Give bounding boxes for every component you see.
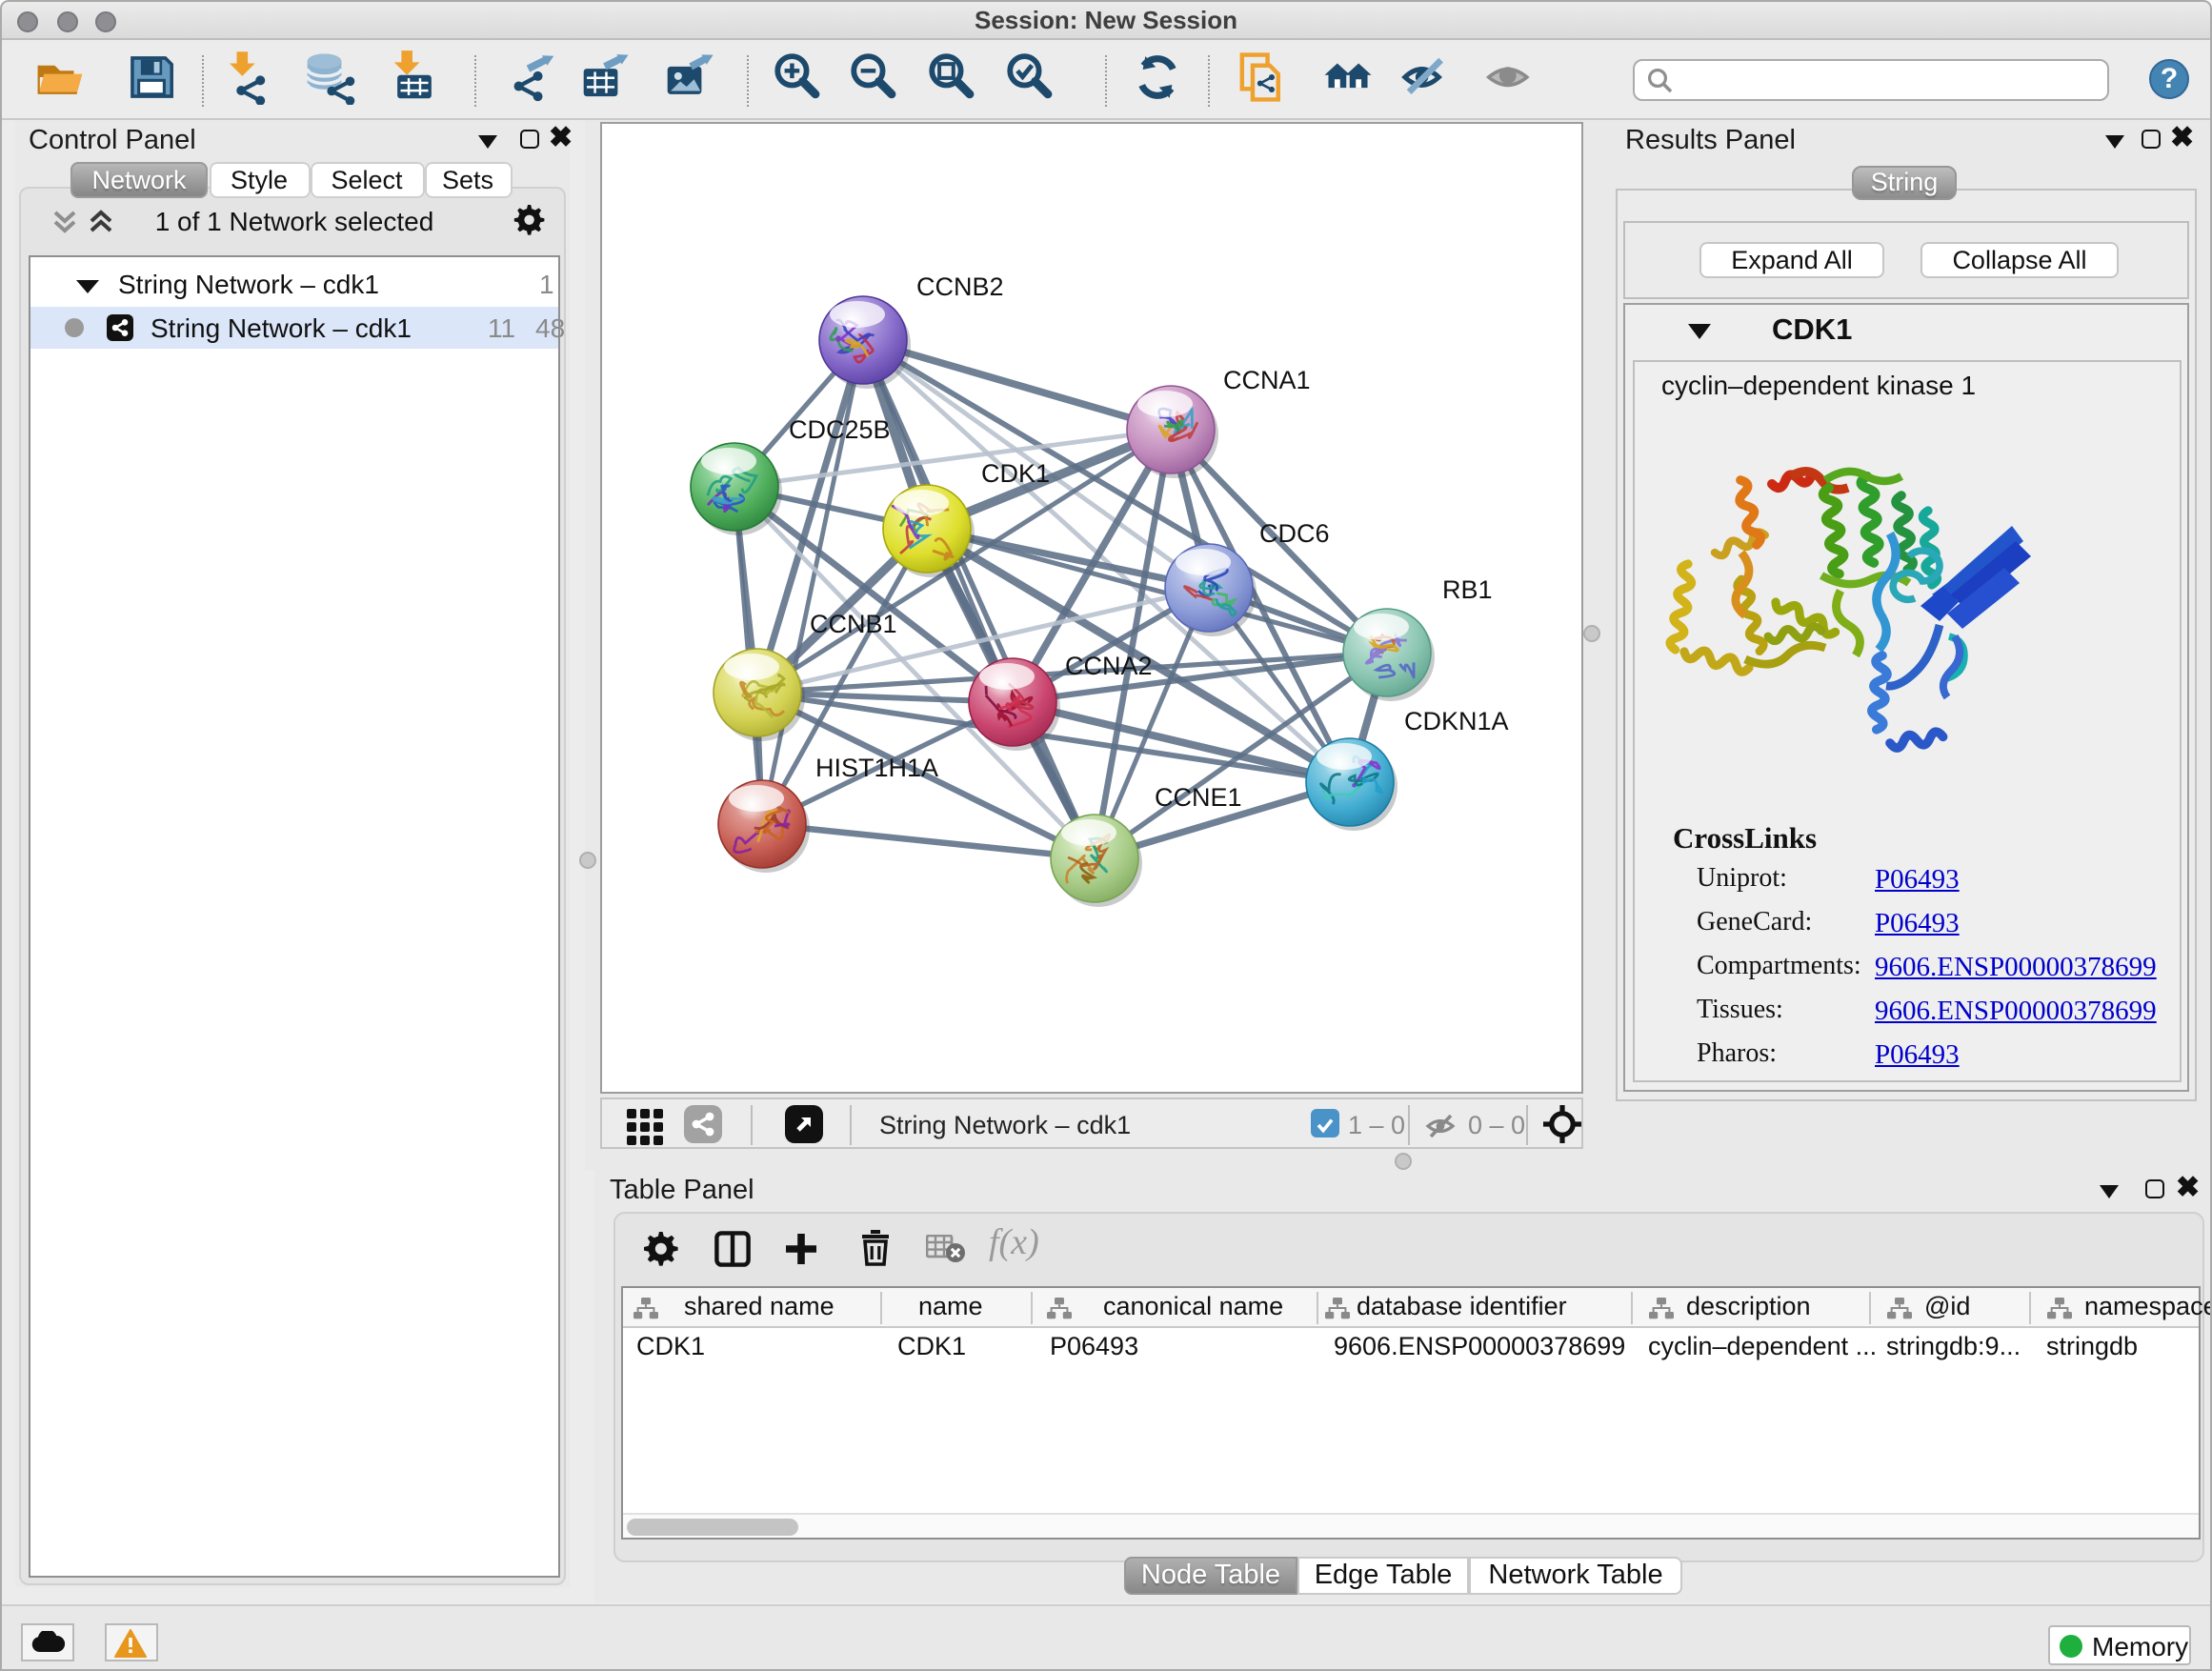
svg-text:CCNB1: CCNB1 bbox=[809, 609, 896, 637]
svg-text:HIST1H1A: HIST1H1A bbox=[814, 753, 937, 781]
svg-text:RB1: RB1 bbox=[1441, 574, 1492, 603]
svg-text:CCNA2: CCNA2 bbox=[1064, 651, 1152, 679]
svg-text:CCNA1: CCNA1 bbox=[1222, 365, 1310, 393]
svg-text:CCNE1: CCNE1 bbox=[1154, 782, 1241, 811]
svg-text:CDC25B: CDC25B bbox=[788, 414, 890, 443]
svg-text:CDKN1A: CDKN1A bbox=[1403, 706, 1508, 735]
svg-text:CCNB2: CCNB2 bbox=[915, 272, 1003, 300]
svg-text:CDK1: CDK1 bbox=[980, 458, 1049, 487]
svg-text:CDC6: CDC6 bbox=[1258, 518, 1329, 547]
